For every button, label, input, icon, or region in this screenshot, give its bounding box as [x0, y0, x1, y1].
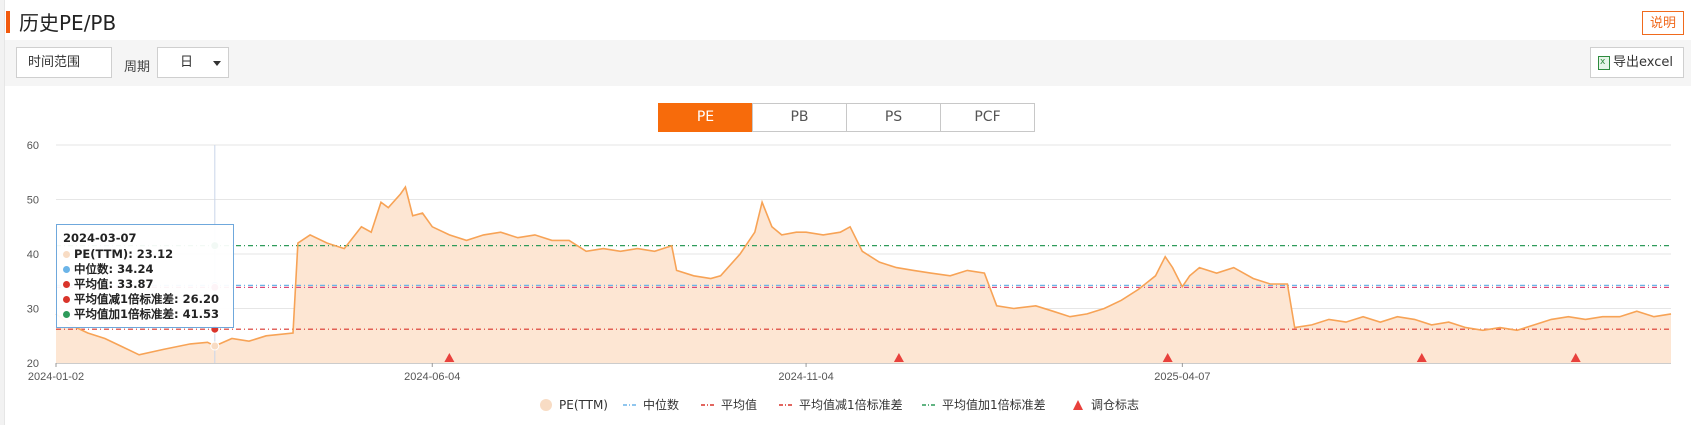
- y-tick-label: 40: [27, 249, 39, 261]
- tooltip-dot: [63, 251, 70, 258]
- tab-ps[interactable]: PS: [846, 103, 941, 132]
- tooltip-pe-text: PE(TTM): 23.12: [74, 247, 174, 261]
- y-tick-label: 50: [27, 195, 39, 207]
- legend-item-label: 调仓标志: [1091, 398, 1139, 412]
- pe-history-chart: 20 30 40 50 60 2024-01-02 2024-06-04 2024-11-04…: [27, 140, 1672, 412]
- tooltip-dot: [63, 266, 70, 273]
- tab-pb[interactable]: PB: [752, 103, 847, 132]
- x-tick-label: 2024-01-02: [28, 371, 84, 383]
- tab-pe[interactable]: PE: [658, 103, 753, 132]
- tooltip-date: 2024-03-07: [63, 231, 137, 245]
- tooltip-mean-plus-sd-text: 平均值加1倍标准差: 41.53: [74, 307, 219, 321]
- y-tick-label: 20: [27, 358, 39, 370]
- chart-tooltip: 2024-03-07 PE(TTM): 23.12 中位数: 34.24 平均值…: [56, 224, 234, 328]
- x-tick-label: 2025-04-07: [1154, 371, 1210, 383]
- tooltip-row-median: 中位数: 34.24: [63, 262, 233, 277]
- tooltip-row-mean: 平均值: 33.87: [63, 277, 233, 292]
- x-tick-label: 2024-06-04: [404, 371, 460, 383]
- metric-tabs: PE PB PS PCF: [658, 103, 1035, 132]
- tooltip-row-pe: PE(TTM): 23.12: [63, 247, 233, 262]
- tooltip-row-mean-minus-sd: 平均值减1倍标准差: 26.20: [63, 292, 233, 307]
- legend-item-label: 平均值减1倍标准差: [799, 397, 903, 412]
- tooltip-mean-text: 平均值: 33.87: [74, 277, 154, 291]
- hover-point: [210, 341, 220, 351]
- tab-pcf[interactable]: PCF: [940, 103, 1035, 132]
- tooltip-row-mean-plus-sd: 平均值加1倍标准差: 41.53: [63, 307, 233, 322]
- tooltip-median-text: 中位数: 34.24: [74, 262, 154, 276]
- y-tick-label: 30: [27, 304, 39, 316]
- x-tick-label: 2024-11-04: [778, 371, 833, 383]
- pe-area-fill: [56, 187, 1671, 363]
- legend-symbol-pe: [540, 399, 552, 411]
- tooltip-dot: [63, 311, 70, 318]
- tooltip-mean-minus-sd-text: 平均值减1倍标准差: 26.20: [74, 292, 219, 306]
- tooltip-dot: [63, 281, 70, 288]
- legend-item-label: 平均值: [721, 397, 757, 412]
- legend-item-label: PE(TTM): [559, 398, 608, 412]
- tooltip-dot: [63, 296, 70, 303]
- legend-item-label: 平均值加1倍标准差: [942, 397, 1046, 412]
- y-tick-label: 60: [27, 140, 39, 152]
- legend-symbol-marker: [1073, 400, 1083, 410]
- legend-item-label: 中位数: [643, 397, 679, 412]
